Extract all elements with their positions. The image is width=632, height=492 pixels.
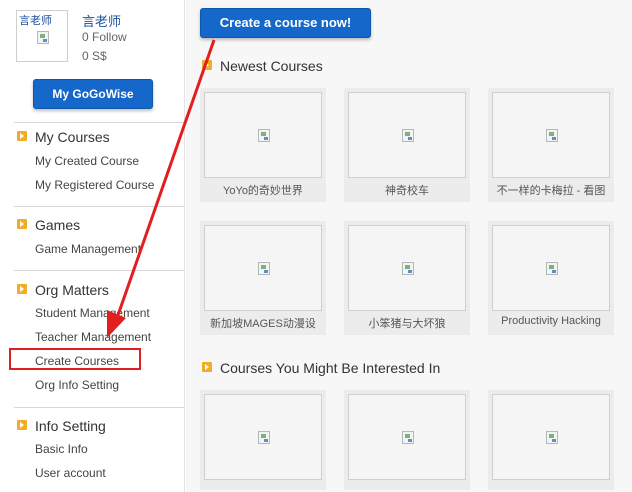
follow-count: 0 Follow bbox=[82, 30, 127, 44]
course-card[interactable]: 新加坡MAGES动漫设 bbox=[200, 221, 326, 335]
sidebar: 言老师 言老师 0 Follow 0 S$ My GoGoWise My Cou… bbox=[0, 0, 185, 492]
section-arrow-icon bbox=[17, 420, 27, 430]
newest-courses-heading: Newest Courses bbox=[202, 58, 323, 74]
heading-text: Newest Courses bbox=[220, 58, 323, 74]
sidebar-item-student-management[interactable]: Student Management bbox=[35, 306, 150, 320]
section-title: Org Matters bbox=[35, 282, 109, 298]
my-gogowise-button[interactable]: My GoGoWise bbox=[33, 79, 153, 109]
main-content: Create a course now! Newest Courses YoYo… bbox=[186, 0, 632, 492]
profile-name[interactable]: 言老师 bbox=[82, 11, 121, 30]
divider bbox=[14, 206, 184, 207]
broken-image-icon bbox=[402, 262, 414, 275]
broken-image-icon bbox=[546, 431, 558, 444]
section-org-matters[interactable]: Org Matters bbox=[17, 282, 109, 298]
broken-image-icon bbox=[546, 129, 558, 142]
section-title: My Courses bbox=[35, 129, 110, 145]
course-card[interactable]: 神奇校车 bbox=[344, 88, 470, 202]
section-arrow-icon bbox=[17, 219, 27, 229]
section-title: Games bbox=[35, 217, 81, 233]
section-games[interactable]: Games bbox=[17, 217, 80, 233]
course-card[interactable]: YoYo的奇妙世界 bbox=[200, 88, 326, 202]
course-title[interactable]: 新加坡MAGES动漫设 bbox=[200, 315, 326, 331]
section-info-setting[interactable]: Info Setting bbox=[17, 418, 106, 434]
course-title[interactable]: 神奇校车 bbox=[344, 182, 470, 198]
sidebar-item-basic-info[interactable]: Basic Info bbox=[35, 442, 88, 456]
avatar[interactable]: 言老师 bbox=[16, 10, 68, 62]
section-arrow-icon bbox=[17, 131, 27, 141]
course-thumbnail[interactable] bbox=[348, 92, 466, 178]
broken-image-icon bbox=[258, 129, 270, 142]
course-thumbnail[interactable] bbox=[492, 225, 610, 311]
course-card[interactable] bbox=[488, 390, 614, 490]
course-thumbnail[interactable] bbox=[492, 92, 610, 178]
interest-courses-heading: Courses You Might Be Interested In bbox=[202, 360, 440, 376]
section-my-courses[interactable]: My Courses bbox=[17, 129, 110, 145]
divider bbox=[14, 122, 184, 123]
section-arrow-icon bbox=[17, 284, 27, 294]
balance: 0 S$ bbox=[82, 49, 107, 63]
course-thumbnail[interactable] bbox=[348, 394, 466, 480]
sidebar-item-my-created-course[interactable]: My Created Course bbox=[35, 154, 139, 168]
broken-image-icon bbox=[546, 262, 558, 275]
sidebar-item-org-info-setting[interactable]: Org Info Setting bbox=[35, 378, 119, 392]
divider bbox=[14, 407, 184, 408]
course-thumbnail[interactable] bbox=[492, 394, 610, 480]
avatar-label: 言老师 bbox=[19, 15, 52, 27]
create-course-button[interactable]: Create a course now! bbox=[200, 8, 371, 38]
course-thumbnail[interactable] bbox=[204, 225, 322, 311]
broken-image-icon bbox=[402, 129, 414, 142]
course-thumbnail[interactable] bbox=[204, 394, 322, 480]
broken-image-icon bbox=[402, 431, 414, 444]
section-arrow-icon bbox=[202, 362, 212, 372]
divider bbox=[14, 270, 184, 271]
section-arrow-icon bbox=[202, 60, 212, 70]
sidebar-item-my-registered-course[interactable]: My Registered Course bbox=[35, 178, 154, 192]
course-card[interactable] bbox=[344, 390, 470, 490]
section-title: Info Setting bbox=[35, 418, 106, 434]
sidebar-item-user-account[interactable]: User account bbox=[35, 466, 106, 480]
course-title[interactable]: YoYo的奇妙世界 bbox=[200, 182, 326, 198]
broken-image-icon bbox=[37, 31, 49, 44]
course-thumbnail[interactable] bbox=[204, 92, 322, 178]
heading-text: Courses You Might Be Interested In bbox=[220, 360, 441, 376]
course-card[interactable]: 不一样的卡梅拉 - 看图 bbox=[488, 88, 614, 202]
course-card[interactable]: 小笨猪与大坏狼 bbox=[344, 221, 470, 335]
broken-image-icon bbox=[258, 431, 270, 444]
course-title[interactable]: Productivity Hacking bbox=[488, 315, 614, 327]
sidebar-item-teacher-management[interactable]: Teacher Management bbox=[35, 330, 151, 344]
sidebar-item-game-management[interactable]: Game Management bbox=[35, 242, 141, 256]
course-card[interactable]: Productivity Hacking bbox=[488, 221, 614, 335]
create-courses-highlight bbox=[9, 348, 141, 370]
course-title[interactable]: 小笨猪与大坏狼 bbox=[344, 315, 470, 331]
broken-image-icon bbox=[258, 262, 270, 275]
course-card[interactable] bbox=[200, 390, 326, 490]
course-title[interactable]: 不一样的卡梅拉 - 看图 bbox=[488, 182, 614, 198]
course-thumbnail[interactable] bbox=[348, 225, 466, 311]
